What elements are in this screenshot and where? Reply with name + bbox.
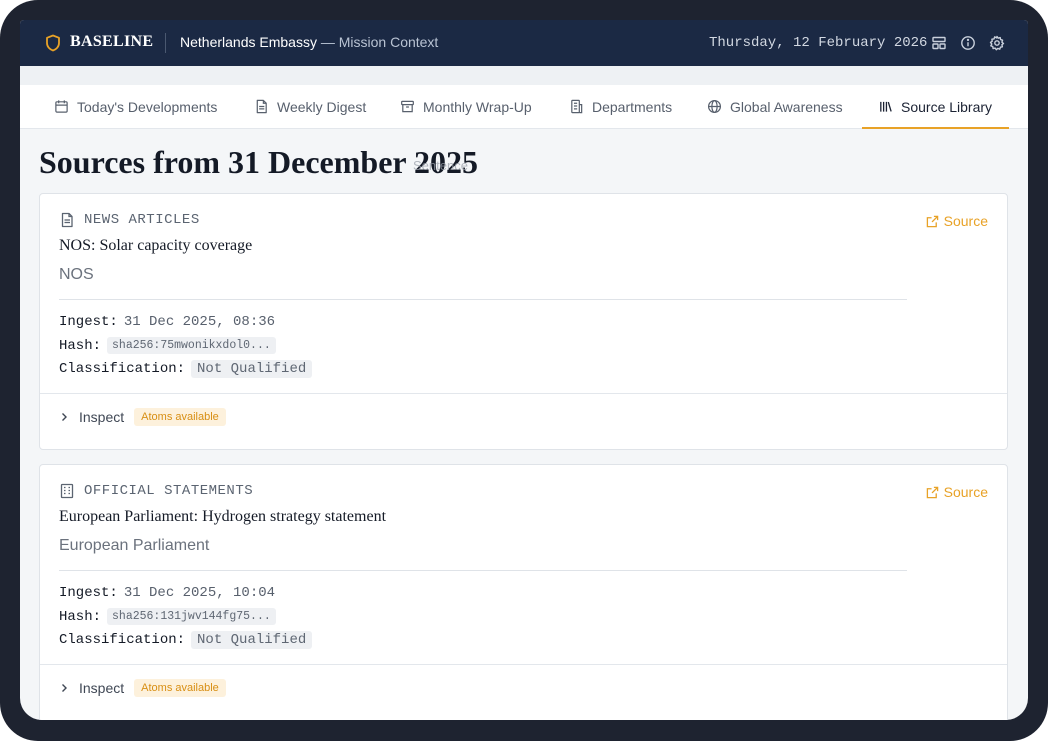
category-label: OFFICIAL STATEMENTS bbox=[84, 483, 254, 499]
ingest-row: Ingest: 31 Dec 2025, 08:36 bbox=[59, 314, 275, 330]
building-icon bbox=[571, 99, 583, 114]
hash-value: sha256:75mwonikxdol0... bbox=[107, 337, 276, 354]
active-tab-indicator bbox=[862, 127, 1009, 129]
source-headline: European Parliament: Hydrogen strategy s… bbox=[59, 508, 387, 525]
ingest-value: 31 Dec 2025, 10:04 bbox=[123, 585, 276, 601]
inspect-label: Inspect bbox=[79, 409, 125, 425]
document-icon bbox=[61, 212, 73, 228]
header-spacer bbox=[20, 66, 1028, 85]
tab-todays-developments[interactable]: Today's Developments bbox=[54, 85, 217, 128]
shield-icon bbox=[46, 34, 60, 52]
classification-row: Classification: Not Qualified bbox=[59, 631, 313, 649]
library-icon bbox=[880, 101, 892, 112]
current-date: Thursday, 12 February 2026 bbox=[709, 35, 928, 51]
tab-label: Global Awareness bbox=[730, 98, 843, 115]
chevron-right-icon bbox=[62, 684, 67, 692]
divider bbox=[40, 393, 1007, 394]
tab-source-library[interactable]: Source Library bbox=[862, 85, 1009, 129]
info-icon[interactable] bbox=[960, 35, 976, 51]
ingest-label: Ingest: bbox=[59, 314, 118, 330]
header-divider bbox=[165, 33, 166, 53]
classification-label: Classification: bbox=[59, 361, 186, 377]
ingest-row: Ingest: 31 Dec 2025, 10:04 bbox=[59, 585, 275, 601]
classification-row: Classification: Not Qualified bbox=[59, 360, 313, 378]
calendar-icon bbox=[55, 100, 68, 113]
overlay-label: Sentence bbox=[413, 158, 468, 173]
tab-label: Monthly Wrap-Up bbox=[423, 98, 532, 115]
chevron-right-icon bbox=[62, 413, 67, 421]
tab-departments[interactable]: Departments bbox=[569, 85, 672, 128]
source-card: NEWS ARTICLES Source NOS: Solar capacity… bbox=[39, 193, 1008, 450]
source-link[interactable]: Source bbox=[926, 213, 988, 229]
top-header: BASELINE Netherlands Embassy — Mission C… bbox=[20, 20, 1028, 66]
source-link[interactable]: Source bbox=[926, 484, 988, 500]
external-link-icon bbox=[926, 486, 938, 498]
source-publisher: European Parliament bbox=[59, 537, 210, 554]
source-link-label: Source bbox=[943, 213, 988, 229]
category-label: NEWS ARTICLES bbox=[84, 212, 200, 228]
source-category: NEWS ARTICLES bbox=[59, 212, 200, 228]
tab-label: Weekly Digest bbox=[277, 98, 367, 115]
globe-icon bbox=[707, 99, 722, 114]
building-icon bbox=[60, 483, 74, 499]
atoms-badge: Atoms available bbox=[134, 679, 226, 697]
atoms-badge: Atoms available bbox=[134, 408, 226, 426]
classification-label: Classification: bbox=[59, 632, 186, 648]
app-screen: BASELINE Netherlands Embassy — Mission C… bbox=[20, 20, 1028, 720]
ingest-value: 31 Dec 2025, 08:36 bbox=[123, 314, 276, 330]
inspect-label: Inspect bbox=[79, 680, 125, 696]
hash-row: Hash: sha256:131jwv144fg75... bbox=[59, 608, 276, 625]
tab-weekly-digest[interactable]: Weekly Digest bbox=[254, 85, 366, 128]
tab-monthly-wrap-up[interactable]: Monthly Wrap-Up bbox=[400, 85, 532, 128]
settings-icon[interactable] bbox=[989, 35, 1005, 51]
hash-value: sha256:131jwv144fg75... bbox=[107, 608, 276, 625]
divider bbox=[40, 664, 1007, 665]
brand-name[interactable]: BASELINE bbox=[70, 33, 153, 51]
mission-context-title: Netherlands Embassy — Mission Context bbox=[180, 34, 438, 50]
source-publisher: NOS bbox=[59, 266, 94, 283]
divider bbox=[59, 299, 907, 300]
tab-label: Departments bbox=[592, 98, 673, 115]
tab-global-awareness[interactable]: Global Awareness bbox=[707, 85, 843, 128]
hash-label: Hash: bbox=[59, 337, 102, 354]
classification-value: Not Qualified bbox=[191, 360, 313, 378]
tab-label: Source Library bbox=[901, 98, 993, 115]
source-card: OFFICIAL STATEMENTS Source European Parl… bbox=[39, 464, 1008, 720]
ingest-label: Ingest: bbox=[59, 585, 118, 601]
mission-context-suffix: — Mission Context bbox=[320, 34, 439, 50]
hash-label: Hash: bbox=[59, 608, 102, 625]
divider bbox=[59, 570, 907, 571]
archive-icon bbox=[401, 100, 414, 113]
tab-label: Today's Developments bbox=[77, 98, 218, 115]
device-frame: BASELINE Netherlands Embassy — Mission C… bbox=[0, 0, 1048, 741]
main-tabs: Today's Developments Weekly Digest Month… bbox=[20, 85, 1028, 129]
classification-value: Not Qualified bbox=[191, 631, 313, 649]
source-category: OFFICIAL STATEMENTS bbox=[59, 483, 253, 499]
mission-name: Netherlands Embassy bbox=[180, 34, 317, 50]
document-icon bbox=[256, 99, 267, 114]
source-link-label: Source bbox=[943, 484, 988, 500]
hash-row: Hash: sha256:75mwonikxdol0... bbox=[59, 337, 276, 354]
inspect-toggle[interactable]: Inspect Atoms available bbox=[59, 408, 226, 426]
inspect-toggle[interactable]: Inspect Atoms available bbox=[59, 679, 226, 697]
external-link-icon bbox=[926, 215, 938, 227]
layout-icon[interactable] bbox=[931, 35, 947, 51]
source-headline: NOS: Solar capacity coverage bbox=[59, 237, 253, 254]
